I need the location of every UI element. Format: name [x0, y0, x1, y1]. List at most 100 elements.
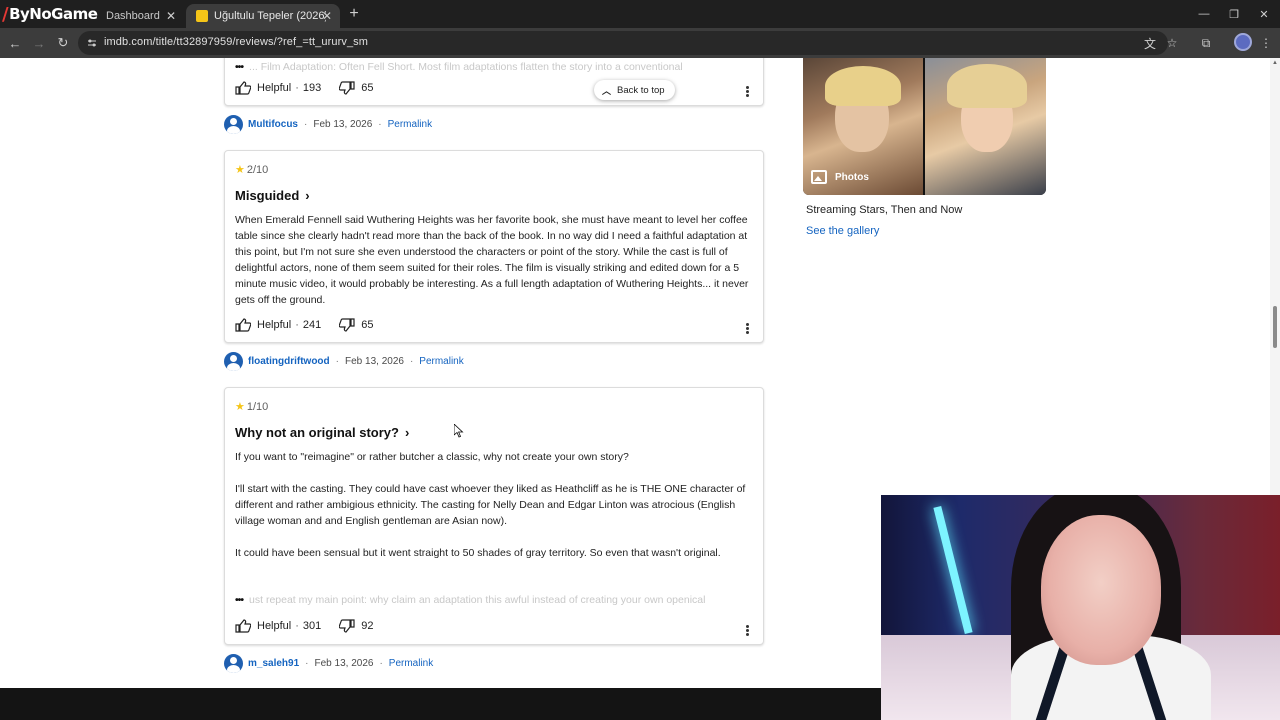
review-author-link[interactable]: Multifocus	[248, 119, 298, 130]
vote-row: Helpful · 301 92	[235, 619, 374, 633]
review-truncated-text: ••• ust repeat my main point: why claim …	[235, 594, 706, 606]
review-rating: ★ 1/10	[235, 400, 269, 414]
photos-label: Photos	[811, 170, 869, 184]
thumbs-up-icon[interactable]	[235, 619, 251, 633]
forward-arrow-icon[interactable]: →	[30, 34, 48, 52]
close-window-icon[interactable]: ✕	[1248, 0, 1280, 28]
review-title: Why not an original story?	[235, 425, 399, 440]
translate-icon[interactable]: 文	[1142, 35, 1158, 51]
thumbs-up-icon[interactable]	[235, 318, 251, 332]
profile-avatar[interactable]	[1234, 33, 1252, 51]
brand-logo: / ByNoGame	[0, 0, 98, 28]
scroll-up-icon[interactable]: ▲	[1271, 60, 1279, 66]
scrollbar-thumb[interactable]	[1273, 306, 1277, 348]
browser-tab-bar: Dashboard ✕ / ByNoGame Uğultulu Tepeler …	[0, 0, 1280, 28]
user-avatar-icon[interactable]	[224, 115, 243, 134]
webcam-overlay	[881, 495, 1280, 720]
tab-label: Uğultulu Tepeler (2026) - User	[214, 10, 326, 22]
review-byline: m_saleh91 · Feb 13, 2026 · Permalink	[224, 654, 433, 673]
review-byline: floatingdriftwood · Feb 13, 2026 · Perma…	[224, 352, 464, 371]
not-helpful-count: 92	[361, 620, 374, 632]
not-helpful-group: 92	[339, 619, 374, 633]
back-to-top-button[interactable]: ︿ Back to top	[594, 80, 675, 100]
tab-imdb-reviews[interactable]: Uğultulu Tepeler (2026) - User ✕	[186, 4, 340, 28]
gallery-caption: Streaming Stars, Then and Now	[806, 204, 963, 216]
review-date: Feb 13, 2026	[313, 119, 373, 130]
photo-gallery-icon	[811, 170, 827, 184]
more-options-icon[interactable]	[745, 85, 749, 98]
expand-dots-icon[interactable]: •••	[235, 594, 244, 606]
dot-separator: ·	[409, 356, 414, 367]
close-tab-icon[interactable]: ✕	[166, 9, 176, 23]
permalink-link[interactable]: Permalink	[419, 356, 463, 367]
review-paragraph: It could have been sensual but it went s…	[235, 547, 721, 559]
thumbs-up-icon[interactable]	[235, 81, 251, 95]
review-paragraph: I'll start with the casting. They could …	[235, 483, 746, 527]
photos-gallery-card[interactable]: Photos	[803, 58, 1046, 195]
new-tab-plus-icon[interactable]: +	[346, 4, 362, 24]
review-author-link[interactable]: m_saleh91	[248, 658, 299, 669]
rating-max: /10	[253, 163, 269, 176]
mouse-cursor-icon	[454, 424, 464, 438]
dot-separator: ·	[305, 658, 309, 669]
chevron-right-icon: ›	[305, 188, 310, 203]
review-rating: ★ 2/10	[235, 163, 269, 177]
gallery-photo	[925, 58, 1046, 195]
expand-dots-icon[interactable]: •••	[235, 61, 244, 73]
dot-separator: ·	[304, 119, 308, 130]
review-author-link[interactable]: floatingdriftwood	[248, 356, 330, 367]
thumbs-down-icon[interactable]	[339, 81, 355, 95]
user-avatar-icon[interactable]	[224, 654, 243, 673]
permalink-link[interactable]: Permalink	[389, 658, 433, 669]
rating-max: /10	[253, 400, 269, 413]
dot-separator: ·	[379, 658, 383, 669]
extensions-icon[interactable]: ⧉	[1198, 35, 1214, 51]
vote-row: Helpful · 193 65	[235, 81, 374, 95]
thumbs-down-icon[interactable]	[339, 318, 355, 332]
back-arrow-icon[interactable]: ←	[6, 34, 24, 52]
permalink-link[interactable]: Permalink	[388, 119, 432, 130]
site-settings-icon[interactable]	[87, 38, 97, 48]
minimize-icon[interactable]: —	[1188, 0, 1220, 28]
chevron-up-icon: ︿	[602, 85, 612, 96]
thumbs-down-icon[interactable]	[339, 619, 355, 633]
user-avatar-icon[interactable]	[224, 352, 243, 371]
not-helpful-count: 65	[361, 319, 374, 331]
more-options-icon[interactable]	[745, 322, 749, 335]
review-title-link[interactable]: Misguided ›	[235, 188, 310, 203]
star-icon: ★	[235, 401, 245, 413]
dot-separator: ·	[295, 620, 299, 632]
helpful-label: Helpful	[257, 319, 292, 331]
dot-separator: ·	[295, 82, 299, 94]
bottom-black-bar	[0, 688, 881, 720]
url-text: imdb.com/title/tt32897959/reviews/?ref_=…	[104, 36, 369, 48]
see-gallery-link[interactable]: See the gallery	[806, 225, 879, 237]
more-options-icon[interactable]	[745, 624, 749, 637]
review-byline: Multifocus · Feb 13, 2026 · Permalink	[224, 115, 432, 134]
photo-hair	[947, 64, 1027, 108]
brand-slash-icon: /	[2, 3, 9, 25]
close-tab-icon[interactable]: ✕	[322, 9, 332, 23]
browser-toolbar: ← → ↻ imdb.com/title/tt32897959/reviews/…	[0, 28, 1280, 58]
helpful-label: Helpful	[257, 620, 292, 632]
address-bar[interactable]: imdb.com/title/tt32897959/reviews/?ref_=…	[78, 31, 1168, 55]
review-title-link[interactable]: Why not an original story? ›	[235, 425, 409, 440]
review-date: Feb 13, 2026	[314, 658, 374, 669]
review-card-partial: ••• ... Film Adaptation: Often Fell Shor…	[224, 58, 764, 106]
browser-menu-icon[interactable]: ⋮	[1258, 35, 1274, 51]
maximize-icon[interactable]: ❐	[1218, 0, 1250, 28]
reload-icon[interactable]: ↻	[54, 34, 72, 52]
helpful-count: 301	[302, 620, 322, 632]
back-to-top-label: Back to top	[617, 84, 665, 96]
not-helpful-group: 65	[339, 81, 374, 95]
helpful-count: 241	[302, 319, 322, 331]
bookmark-star-icon[interactable]: ☆	[1164, 35, 1180, 51]
dot-separator: ·	[378, 119, 382, 130]
review-body: When Emerald Fennell said Wuthering Heig…	[235, 212, 755, 308]
review-paragraph: If you want to "reimagine" or rather but…	[235, 451, 629, 463]
review-card: ★ 2/10 Misguided › When Emerald Fennell …	[224, 150, 764, 343]
imdb-favicon-icon	[196, 10, 208, 22]
chevron-right-icon: ›	[404, 425, 410, 440]
not-helpful-count: 65	[361, 82, 374, 94]
photo-hair	[825, 66, 901, 106]
